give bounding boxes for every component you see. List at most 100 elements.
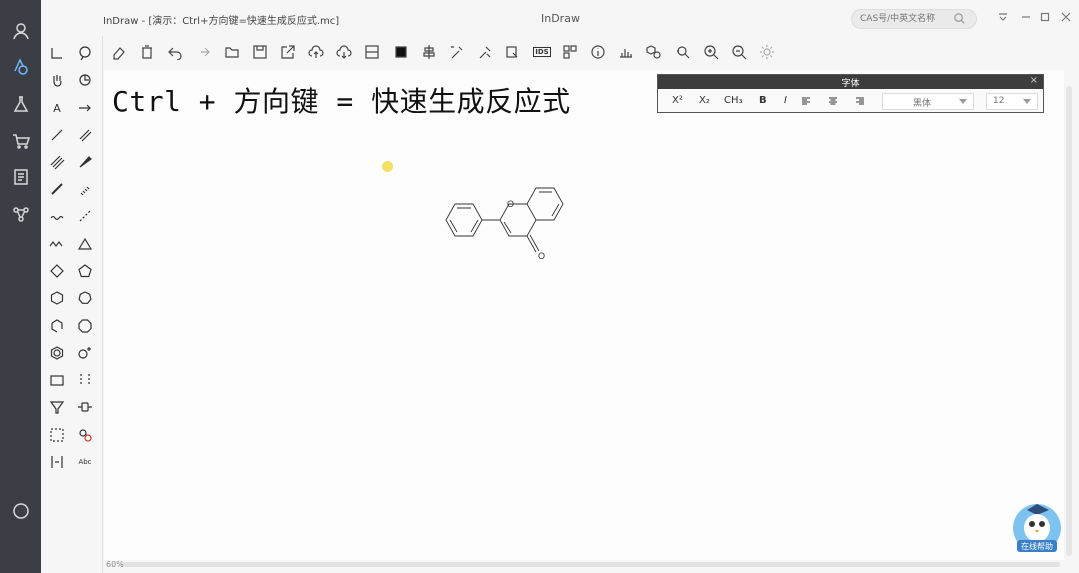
align-right-icon[interactable] <box>855 96 865 106</box>
minimize-icon[interactable] <box>1019 10 1033 24</box>
notes-icon[interactable] <box>7 163 34 190</box>
eraser-icon[interactable] <box>108 41 130 63</box>
hashed-bond-icon[interactable] <box>74 178 96 200</box>
font-panel-title: 字体 <box>841 79 860 89</box>
template-tool-icon[interactable] <box>74 424 96 446</box>
structure-search-icon[interactable] <box>643 41 665 63</box>
text-tool-icon[interactable]: A <box>46 97 68 119</box>
wavy-bond-icon[interactable] <box>46 205 68 227</box>
vertical-scrollbar[interactable] <box>1066 86 1072 556</box>
molecule-network-icon[interactable] <box>7 200 34 227</box>
lasso-tool-icon[interactable] <box>74 42 96 64</box>
square-ring-icon[interactable] <box>46 260 68 282</box>
drawing-tools-panel: A Abc <box>41 36 103 573</box>
align-left-icon[interactable] <box>801 96 811 106</box>
bold-bond-icon[interactable] <box>46 178 68 200</box>
open-folder-icon[interactable] <box>221 41 243 63</box>
left-nav <box>0 0 41 573</box>
zoom-out-icon[interactable] <box>728 41 750 63</box>
triangle-ring-icon[interactable] <box>74 233 96 255</box>
cloud-upload-icon[interactable] <box>305 41 327 63</box>
rotate-tool-icon[interactable] <box>74 69 96 91</box>
info-icon[interactable] <box>587 41 609 63</box>
maximize-icon[interactable] <box>1038 10 1052 24</box>
settings-gear-icon[interactable] <box>756 41 778 63</box>
cyclohexane-ring-icon[interactable] <box>46 315 68 337</box>
pentagon-ring-icon[interactable] <box>74 260 96 282</box>
subscript-button[interactable]: X₂ <box>699 95 710 106</box>
hand-tool-icon[interactable] <box>46 69 68 91</box>
search-structure-icon[interactable] <box>672 41 694 63</box>
abc-text-tool[interactable]: Abc <box>74 451 96 473</box>
drawing-canvas[interactable] <box>104 70 1064 560</box>
rectangle-tool-icon[interactable] <box>46 369 68 391</box>
color-swatch-icon[interactable] <box>390 41 412 63</box>
font-size-select[interactable]: 12 <box>986 93 1038 110</box>
select-region-icon[interactable] <box>46 424 68 446</box>
ids-icon[interactable]: IDS <box>531 41 553 63</box>
apparatus-tool-icon[interactable] <box>74 396 96 418</box>
online-help-button[interactable]: 在线帮助 <box>1011 498 1063 554</box>
select-tool-icon[interactable] <box>46 42 68 64</box>
align-center-icon[interactable] <box>828 96 838 106</box>
carbonyl-oxygen-label: O <box>538 251 545 261</box>
grid-icon[interactable] <box>559 41 581 63</box>
chat-icon[interactable] <box>7 497 34 524</box>
app-title: InDraw <box>541 12 580 25</box>
search-icon[interactable] <box>953 12 966 25</box>
online-help-label: 在线帮助 <box>1021 542 1053 551</box>
export-icon[interactable] <box>277 41 299 63</box>
save-icon[interactable] <box>249 41 271 63</box>
font-panel: 字体 × X² X₂ CH₃ B I 黑体 12 <box>657 74 1044 113</box>
heptagon-ring-icon[interactable] <box>74 287 96 309</box>
superscript-button[interactable]: X² <box>672 95 683 106</box>
chain-tool-icon[interactable] <box>46 233 68 255</box>
cloud-download-icon[interactable] <box>333 41 355 63</box>
nmr-predict-icon[interactable] <box>615 41 637 63</box>
charge-tool-icon[interactable] <box>74 342 96 364</box>
single-bond-icon[interactable] <box>46 124 68 146</box>
structure-draw-icon[interactable] <box>7 52 34 79</box>
zoom-in-icon[interactable] <box>700 41 722 63</box>
arrow-tool-icon[interactable] <box>74 97 96 119</box>
triple-bond-icon[interactable] <box>46 151 68 173</box>
flavone-structure[interactable]: O O <box>436 180 586 270</box>
hexagon-ring-icon[interactable] <box>46 287 68 309</box>
check-structure-icon[interactable] <box>474 41 496 63</box>
chem-format-button[interactable]: CH₃ <box>724 95 743 106</box>
document-title: InDraw - [演示：Ctrl+方向键=快速生成反应式.mc] <box>103 16 340 27</box>
font-family-select[interactable]: 黑体 <box>882 93 974 110</box>
redo-icon[interactable] <box>192 41 214 63</box>
atom-list-icon[interactable] <box>46 451 68 473</box>
close-icon[interactable] <box>1059 10 1073 24</box>
chevron-down-icon <box>1023 99 1031 104</box>
main-toolbar: IDS <box>104 38 1079 68</box>
menu-dropdown-icon[interactable] <box>996 10 1010 24</box>
double-bond-icon[interactable] <box>74 124 96 146</box>
bracket-tool-icon[interactable] <box>74 369 96 391</box>
cart-icon[interactable] <box>7 127 34 154</box>
layout-icon[interactable] <box>361 41 383 63</box>
octagon-ring-icon[interactable] <box>74 315 96 337</box>
ring-oxygen-label: O <box>507 199 514 209</box>
funnel-tool-icon[interactable] <box>46 396 68 418</box>
chevron-down-icon <box>959 99 967 104</box>
canvas-heading-text[interactable]: Ctrl + 方向键 = 快速生成反应式 <box>112 80 571 120</box>
flask-icon[interactable] <box>7 90 34 117</box>
undo-icon[interactable] <box>164 41 186 63</box>
horizontal-scrollbar[interactable] <box>120 562 1060 567</box>
zoom-level: 60% <box>106 560 124 569</box>
user-icon[interactable] <box>7 17 34 44</box>
name-to-structure-icon[interactable] <box>502 41 524 63</box>
font-panel-close-icon[interactable]: × <box>1030 75 1038 86</box>
align-icon[interactable] <box>418 41 440 63</box>
wedge-bond-icon[interactable] <box>74 151 96 173</box>
bold-button[interactable]: B <box>759 95 767 106</box>
clear-icon[interactable] <box>136 41 158 63</box>
dashed-bond-icon[interactable] <box>74 205 96 227</box>
clean-structure-icon[interactable] <box>446 41 468 63</box>
title-bar: InDraw - [演示：Ctrl+方向键=快速生成反应式.mc] InDraw <box>41 0 1079 36</box>
italic-button[interactable]: I <box>784 95 787 106</box>
benzene-ring-icon[interactable] <box>46 342 68 364</box>
mouse-cursor-highlight <box>382 161 393 172</box>
